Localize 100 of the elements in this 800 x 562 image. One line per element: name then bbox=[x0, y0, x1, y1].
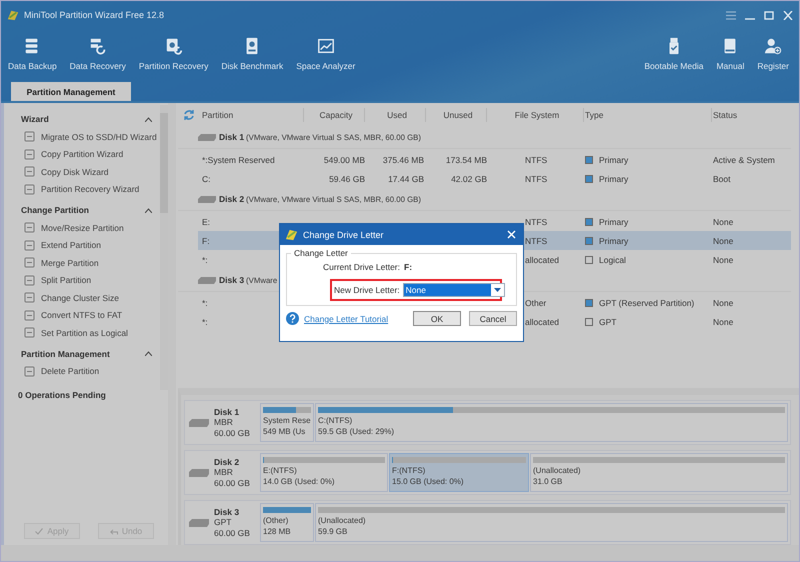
sidebar-item[interactable]: Split Partition bbox=[21, 272, 160, 289]
action-icon bbox=[24, 131, 35, 142]
table-cell: GPT bbox=[599, 316, 616, 326]
disk-label: Disk 3 bbox=[214, 506, 240, 518]
table-cell: None bbox=[713, 254, 734, 264]
partition-block[interactable]: E:(NTFS) 14.0 GB (Used: 0%) bbox=[260, 453, 388, 492]
sidebar-item[interactable]: Merge Partition bbox=[21, 254, 160, 272]
sidebar-item[interactable]: Extend Partition bbox=[21, 236, 160, 254]
table-cell: NTFS bbox=[525, 174, 548, 184]
column-header[interactable]: Partition bbox=[198, 108, 304, 122]
sidebar-item[interactable]: Copy Partition Wizard bbox=[21, 146, 160, 163]
usage-bar bbox=[263, 407, 311, 413]
user-add-icon bbox=[764, 37, 782, 55]
sidebar-item[interactable]: Convert NTFS to FAT bbox=[21, 306, 160, 324]
sidebar-item[interactable]: Partition Recovery Wizard bbox=[21, 180, 160, 198]
table-cell: 42.02 GB bbox=[451, 174, 487, 184]
table-cell: allocated bbox=[525, 316, 560, 326]
disk-label: Disk 2 bbox=[219, 194, 244, 204]
table-cell[interactable]: E: bbox=[202, 216, 210, 226]
disk-style: MBR bbox=[214, 417, 234, 428]
close-icon[interactable] bbox=[783, 10, 793, 20]
table-cell[interactable]: *:System Reserved bbox=[202, 154, 275, 164]
disk-label: Disk 1 bbox=[219, 132, 244, 142]
partition-block[interactable]: (Unallocated) 59.9 GB bbox=[315, 503, 788, 542]
column-header[interactable]: Unused bbox=[426, 108, 487, 122]
partition-size: 31.0 GB bbox=[533, 476, 564, 487]
action-icon bbox=[24, 327, 35, 338]
column-header[interactable]: Used bbox=[365, 108, 426, 122]
action-icon bbox=[24, 184, 35, 195]
sidebar-item[interactable]: Delete Partition bbox=[21, 362, 160, 380]
tutorial-link[interactable]: Change Letter Tutorial bbox=[304, 314, 388, 324]
table-cell[interactable]: C: bbox=[202, 174, 210, 184]
maximize-icon[interactable] bbox=[764, 10, 774, 20]
menu-icon[interactable] bbox=[726, 10, 736, 20]
undo-icon bbox=[110, 528, 118, 535]
column-header[interactable]: File System bbox=[487, 108, 584, 122]
window-title: MiniTool Partition Wizard Free 12.8 bbox=[24, 10, 164, 20]
table-cell: None bbox=[713, 216, 734, 226]
table-cell: Other bbox=[525, 298, 546, 308]
caret-icon bbox=[490, 284, 504, 296]
cancel-button[interactable]: Cancel bbox=[469, 311, 517, 326]
partition-block[interactable]: (Unallocated) 31.0 GB bbox=[530, 453, 788, 492]
table-cell: None bbox=[713, 316, 734, 326]
help-icon[interactable] bbox=[286, 312, 299, 325]
toolbar-button[interactable]: Manual bbox=[711, 29, 750, 79]
section-title: Change Partition bbox=[21, 205, 90, 215]
toolbar-button[interactable]: Data Recovery bbox=[64, 29, 131, 79]
ok-button[interactable]: OK bbox=[413, 311, 461, 326]
toolbar-button[interactable]: Register bbox=[752, 29, 794, 79]
toolbar-button[interactable]: Disk Benchmark bbox=[216, 29, 288, 79]
table-cell: GPT (Reserved Partition) bbox=[599, 298, 694, 308]
drive-letter-dropdown[interactable]: None bbox=[402, 283, 505, 297]
toolbar-button[interactable]: Space Analyzer bbox=[291, 29, 360, 79]
refresh-icon[interactable] bbox=[183, 108, 195, 120]
sidebar-item[interactable]: Change Cluster Size bbox=[21, 289, 160, 306]
table-cell[interactable]: F: bbox=[202, 236, 210, 246]
table-cell: Active & System bbox=[713, 154, 775, 164]
table-cell: 173.54 MB bbox=[446, 154, 487, 164]
disk-size: 60.00 GB bbox=[214, 428, 250, 438]
action-icon bbox=[24, 222, 35, 234]
table-cell: Primary bbox=[599, 216, 628, 226]
toolbar-button[interactable]: Data Backup bbox=[3, 29, 62, 79]
field-label: New Drive Letter: bbox=[334, 285, 400, 295]
column-header[interactable]: Capacity bbox=[304, 108, 365, 122]
action-icon bbox=[24, 274, 35, 286]
toolbar-button[interactable]: Partition Recovery bbox=[134, 29, 214, 79]
sidebar-item[interactable]: Move/Resize Partition bbox=[21, 219, 160, 236]
partition-size: 128 MB bbox=[263, 526, 292, 537]
partition-size: 14.0 GB (Used: 0%) bbox=[263, 476, 336, 487]
check-icon bbox=[35, 528, 44, 536]
disk-label: Disk 1 bbox=[214, 406, 240, 418]
column-header[interactable]: Status bbox=[712, 108, 791, 122]
table-cell: 375.46 MB bbox=[382, 154, 424, 164]
disk-refresh-icon bbox=[164, 37, 183, 55]
disk-label: Disk 2 bbox=[214, 456, 240, 468]
sidebar-item[interactable]: Copy Disk Wizard bbox=[21, 163, 160, 180]
caret-icon[interactable] bbox=[145, 351, 152, 356]
table-cell: NTFS bbox=[525, 154, 548, 164]
caret-icon[interactable] bbox=[145, 116, 152, 122]
partition-block[interactable]: System Rese 549 MB (Us bbox=[260, 403, 314, 442]
table-cell[interactable]: *: bbox=[202, 298, 208, 308]
section-title: Partition Management bbox=[21, 348, 110, 358]
table-cell[interactable]: *: bbox=[202, 316, 208, 326]
partition-size: 59.5 GB (Used: 29%) bbox=[318, 426, 396, 437]
table-cell: 17.44 GB bbox=[388, 174, 424, 184]
caret-icon[interactable] bbox=[145, 208, 152, 212]
disk-size: 60.00 GB bbox=[214, 478, 250, 488]
tab[interactable]: Partition Management bbox=[11, 82, 131, 101]
table-cell[interactable]: *: bbox=[202, 254, 208, 264]
current-letter: F: bbox=[404, 262, 412, 272]
partition-block[interactable]: C:(NTFS) 59.5 GB (Used: 29%) bbox=[315, 403, 788, 442]
sidebar-item[interactable]: Set Partition as Logical bbox=[21, 324, 160, 342]
partition-label: (Unallocated) bbox=[318, 516, 367, 526]
partition-block[interactable]: F:(NTFS) 15.0 GB (Used: 0%) bbox=[389, 453, 529, 492]
partition-block[interactable]: (Other) 128 MB bbox=[260, 503, 314, 542]
action-icon bbox=[24, 148, 35, 160]
column-header[interactable]: Type bbox=[584, 108, 712, 122]
partition-label: (Unallocated) bbox=[533, 466, 582, 476]
sidebar-item[interactable]: Migrate OS to SSD/HD Wizard bbox=[21, 128, 160, 146]
toolbar-button[interactable]: Bootable Media bbox=[639, 29, 708, 79]
